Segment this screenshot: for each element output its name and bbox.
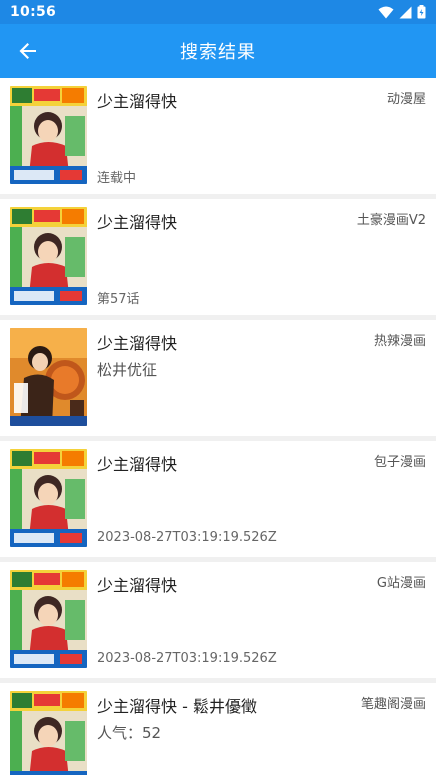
comic-cover: [10, 207, 87, 305]
page-title: 搜索结果: [180, 42, 256, 63]
battery-icon: [417, 5, 426, 19]
result-card[interactable]: 少主溜得快 土豪漫画V2 第57话: [0, 199, 436, 315]
comic-updated: 2023-08-27T03:19:19.526Z: [97, 530, 277, 545]
comic-cover: [10, 449, 87, 547]
result-card[interactable]: 少主溜得快 - 鬆井優徵 笔趣阁漫画 人气：52: [0, 683, 436, 775]
source-name: 笔趣阁漫画: [360, 697, 426, 712]
comic-title: 少主溜得快: [97, 213, 178, 232]
app-bar: 搜索结果: [0, 24, 436, 78]
results-list: 少主溜得快 动漫屋 连载中 少主溜得快 土豪漫画V2 第57话 少主溜得快 热辣…: [0, 78, 436, 775]
comic-cover: [10, 86, 87, 184]
source-name: 热辣漫画: [373, 334, 426, 349]
source-name: 包子漫画: [373, 455, 426, 470]
arrow-back-icon: [19, 43, 36, 59]
comic-title: 少主溜得快: [97, 455, 178, 474]
comic-popularity: 人气：52: [97, 724, 162, 742]
result-card[interactable]: 少主溜得快 动漫屋 连载中: [0, 78, 436, 194]
comic-author: 松井优征: [97, 361, 158, 379]
result-card[interactable]: 少主溜得快 包子漫画 2023-08-27T03:19:19.526Z: [0, 441, 436, 557]
comic-title: 少主溜得快: [97, 92, 178, 111]
wifi-icon: [378, 6, 394, 18]
comic-title: 少主溜得快: [97, 576, 178, 595]
comic-title: 少主溜得快: [97, 334, 178, 353]
result-card[interactable]: 少主溜得快 热辣漫画 松井优征: [0, 320, 436, 436]
source-name: 土豪漫画V2: [356, 213, 426, 228]
comic-meta: 连载中: [97, 171, 137, 186]
source-name: 动漫屋: [386, 92, 426, 107]
comic-updated: 2023-08-27T03:19:19.526Z: [97, 651, 277, 666]
comic-meta: 第57话: [97, 292, 140, 307]
comic-cover: [10, 570, 87, 668]
comic-cover: [10, 328, 87, 426]
result-card[interactable]: 少主溜得快 G站漫画 2023-08-27T03:19:19.526Z: [0, 562, 436, 678]
comic-title: 少主溜得快 - 鬆井優徵: [97, 697, 257, 716]
comic-cover: [10, 691, 87, 775]
signal-icon: [399, 6, 412, 18]
back-button[interactable]: [12, 35, 44, 67]
status-icons: [378, 5, 426, 19]
status-bar: 10:56: [0, 0, 436, 24]
status-time: 10:56: [10, 4, 57, 20]
source-name: G站漫画: [376, 576, 426, 591]
